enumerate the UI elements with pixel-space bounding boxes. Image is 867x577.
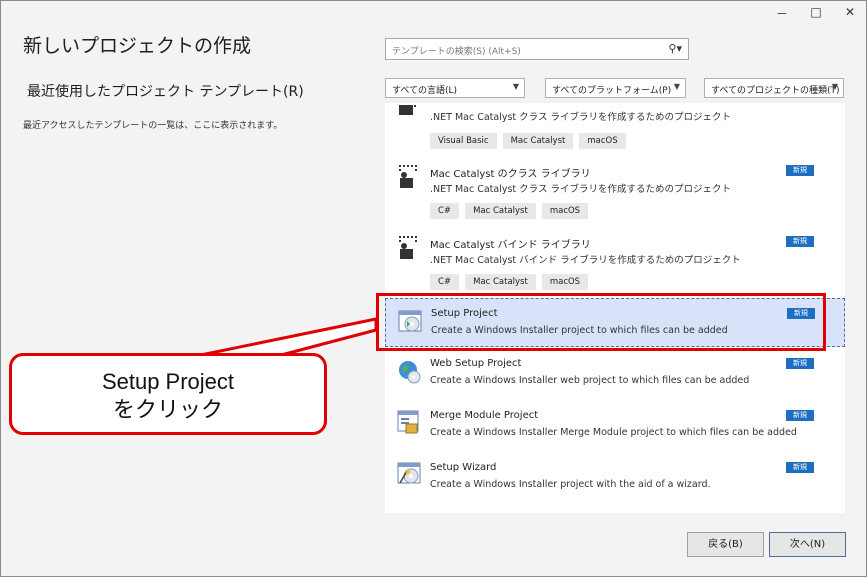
next-button[interactable]: 次へ(N) [769, 532, 846, 557]
callout-line-1: Setup Project [101, 369, 235, 394]
back-button[interactable]: 戻る(B) [687, 532, 764, 557]
dialog-window: － □ ✕ 新しいプロジェクトの作成 最近使用したプロジェクト テンプレート(R… [0, 0, 867, 577]
callout-box: Setup Project をクリック [9, 353, 327, 435]
callout-line-2: をクリック [112, 397, 223, 422]
callout-pointer [189, 317, 378, 361]
